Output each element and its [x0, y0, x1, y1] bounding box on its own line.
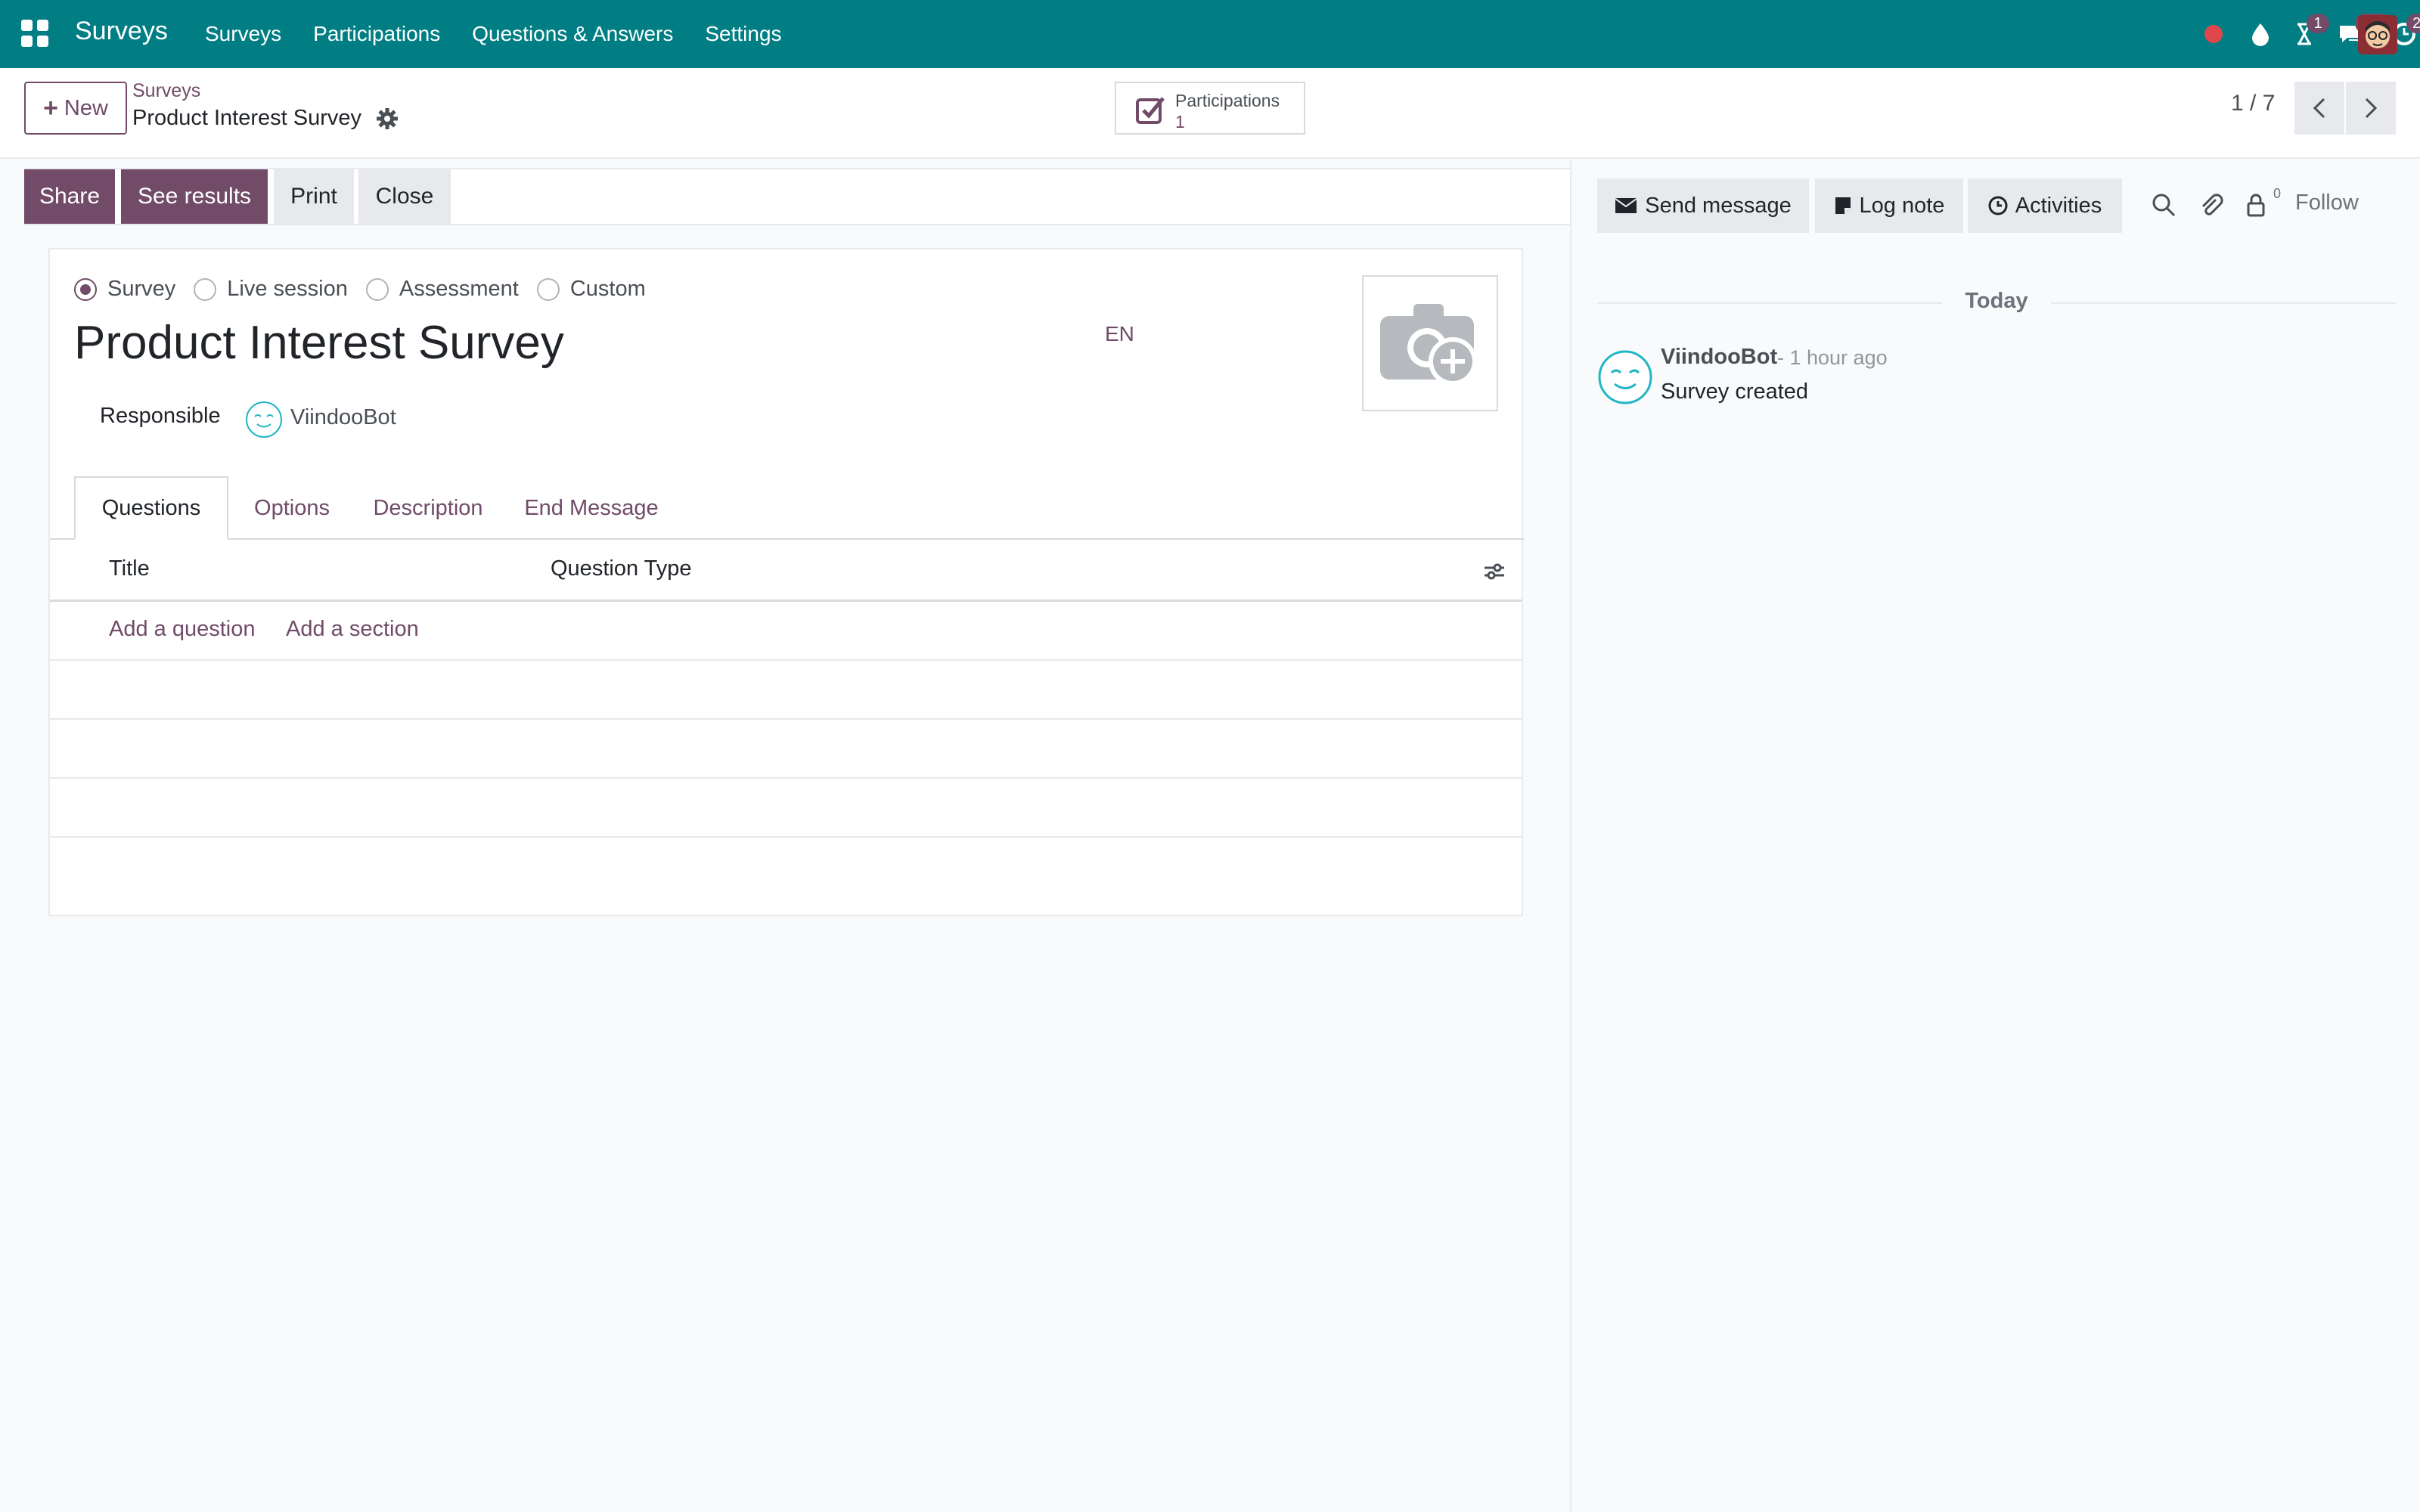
- app-name[interactable]: Surveys: [75, 17, 168, 46]
- survey-type-radio-group: Survey Live session Assessment Custom: [74, 277, 664, 302]
- chevron-left-icon: [2313, 98, 2325, 119]
- note-icon: [1835, 197, 1851, 214]
- search-icon[interactable]: [2151, 192, 2176, 218]
- see-results-button[interactable]: See results: [121, 169, 268, 224]
- user-avatar[interactable]: [2358, 15, 2397, 54]
- pager-previous-button[interactable]: [2294, 82, 2344, 135]
- column-header-title[interactable]: Title: [109, 556, 150, 581]
- menu-item-participations[interactable]: Participations: [297, 22, 456, 46]
- radio-label: Assessment: [399, 277, 519, 301]
- print-button[interactable]: Print: [274, 169, 354, 224]
- smart-button-value: 1: [1175, 112, 1185, 132]
- clock-icon: [1988, 196, 2008, 215]
- message-author[interactable]: ViindooBot: [1661, 345, 1777, 370]
- close-button[interactable]: Close: [358, 169, 451, 224]
- date-separator-label: Today: [1965, 289, 2028, 313]
- tab-end-message[interactable]: End Message: [501, 476, 682, 540]
- follow-button[interactable]: Follow: [2295, 191, 2359, 215]
- radio-unchecked-icon: [194, 277, 217, 301]
- camera-plus-icon: [1380, 304, 1477, 386]
- responsible-avatar: [245, 401, 283, 438]
- radio-assessment[interactable]: Assessment: [365, 277, 519, 302]
- radio-live-session[interactable]: Live session: [194, 277, 348, 302]
- gear-icon[interactable]: [376, 107, 399, 130]
- table-row: [50, 779, 1522, 838]
- menu-item-surveys[interactable]: Surveys: [189, 22, 297, 46]
- control-panel: + New Surveys Product Interest Survey Pa…: [0, 68, 2420, 159]
- new-button[interactable]: + New: [24, 82, 127, 135]
- responsible-field[interactable]: ViindooBot: [290, 405, 396, 430]
- checkbox-icon: [1134, 94, 1166, 125]
- lock-icon[interactable]: [2243, 192, 2269, 218]
- questions-table: Title Question Type Add a question Add a…: [50, 540, 1522, 838]
- table-row: [50, 661, 1522, 720]
- radio-custom[interactable]: Custom: [536, 277, 646, 302]
- apps-menu-icon[interactable]: [21, 20, 48, 47]
- send-message-label: Send message: [1645, 193, 1792, 218]
- menu-item-questions-answers[interactable]: Questions & Answers: [456, 22, 689, 46]
- record-icon[interactable]: [2204, 24, 2223, 44]
- radio-label: Live session: [227, 277, 348, 301]
- statusbar: Share See results Print Close: [24, 168, 1571, 225]
- radio-label: Custom: [569, 277, 646, 301]
- date-separator: Today: [1597, 287, 2396, 318]
- chatter-panel: Send message Log note Activities 0 Follo…: [1573, 160, 2420, 1512]
- add-section-link[interactable]: Add a section: [286, 617, 419, 642]
- tab-questions[interactable]: Questions: [74, 476, 228, 540]
- plus-icon: +: [43, 93, 58, 122]
- log-note-label: Log note: [1859, 193, 1945, 218]
- tab-description[interactable]: Description: [355, 476, 501, 540]
- breadcrumb-parent[interactable]: Surveys: [132, 80, 200, 102]
- top-navbar: Surveys Surveys Participations Questions…: [0, 0, 2420, 68]
- radio-unchecked-icon: [365, 277, 389, 301]
- pager-value[interactable]: 1 / 7: [2231, 91, 2275, 116]
- table-row: Add a question Add a section: [50, 602, 1522, 661]
- envelope-icon: [1615, 198, 1637, 213]
- notebook-tabs: Questions Options Description End Messag…: [50, 476, 1525, 540]
- table-header: Title Question Type: [50, 540, 1522, 602]
- column-header-question-type[interactable]: Question Type: [551, 556, 691, 581]
- radio-label: Survey: [107, 277, 176, 301]
- message-date: - 1 hour ago: [1777, 346, 1888, 369]
- share-button[interactable]: Share: [24, 169, 115, 224]
- new-button-label: New: [64, 95, 108, 120]
- main-menu: Surveys Participations Questions & Answe…: [189, 0, 798, 68]
- message-author-avatar[interactable]: [1597, 349, 1653, 405]
- smart-button-label: Participations: [1175, 91, 1280, 110]
- language-button[interactable]: EN: [1105, 322, 1134, 346]
- menu-item-settings[interactable]: Settings: [689, 22, 797, 46]
- radio-checked-icon: [74, 277, 97, 301]
- optional-columns-icon[interactable]: [1482, 559, 1506, 584]
- chevron-right-icon: [2365, 98, 2378, 119]
- image-upload-field[interactable]: [1362, 275, 1498, 411]
- pager-next-button[interactable]: [2346, 82, 2396, 135]
- send-message-button[interactable]: Send message: [1597, 178, 1809, 233]
- message-body: Survey created: [1661, 380, 1809, 404]
- responsible-label: Responsible: [100, 404, 221, 428]
- add-question-link[interactable]: Add a question: [109, 617, 255, 642]
- systray: 1 125 24: [2042, 0, 2420, 68]
- paperclip-icon[interactable]: [2198, 192, 2223, 218]
- activity-badge: 1: [2307, 14, 2329, 33]
- form-sheet: Survey Live session Assessment Custom Pr…: [48, 248, 1525, 916]
- radio-survey[interactable]: Survey: [74, 277, 175, 302]
- survey-title-field[interactable]: Product Interest Survey: [74, 316, 564, 370]
- participations-smart-button[interactable]: Participations 1: [1115, 82, 1305, 135]
- radio-unchecked-icon: [536, 277, 560, 301]
- activities-button[interactable]: Activities: [1968, 178, 2122, 233]
- log-note-button[interactable]: Log note: [1815, 178, 1963, 233]
- breadcrumb-current: Product Interest Survey: [132, 106, 362, 130]
- drop-icon[interactable]: [2248, 21, 2273, 47]
- tab-options[interactable]: Options: [228, 476, 355, 540]
- activities-label: Activities: [2015, 193, 2102, 218]
- table-row: [50, 720, 1522, 779]
- follower-count: 0: [2273, 186, 2282, 201]
